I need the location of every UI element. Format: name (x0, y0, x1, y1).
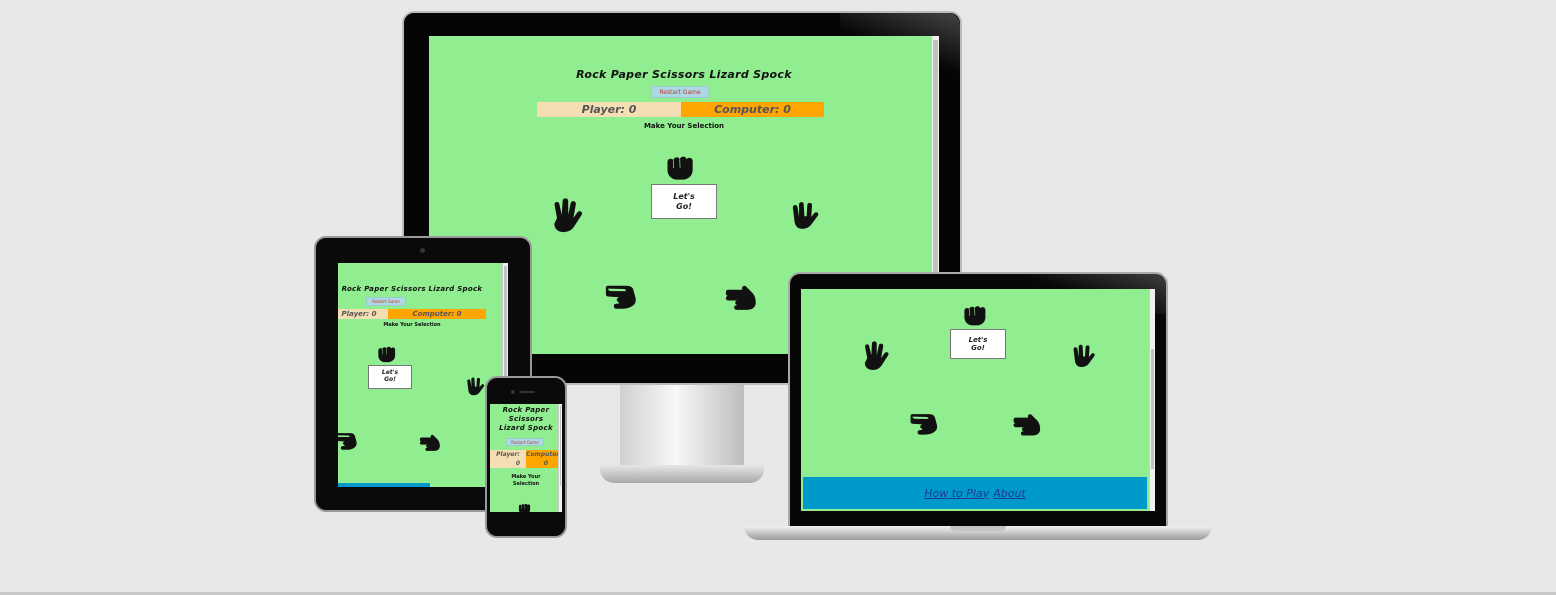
paper-icon[interactable] (545, 198, 585, 238)
rock-icon[interactable] (373, 341, 399, 365)
computer-score: Computer: 0 (388, 309, 486, 319)
page-title: Rock Paper Scissors Lizard Spock (499, 406, 553, 432)
lizard-icon[interactable] (599, 280, 643, 316)
lets-go-button[interactable]: Let's Go! (368, 365, 412, 389)
player-score: Player: 0 (537, 102, 681, 117)
tablet-screen: Rock Paper Scissors Lizard Spock Restart… (338, 263, 508, 487)
spock-icon[interactable] (1067, 341, 1097, 375)
rock-icon[interactable] (515, 500, 533, 512)
lets-go-button[interactable]: Let's Go! (950, 329, 1006, 359)
laptop-screen: Let's Go! How to Play About (801, 289, 1155, 511)
how-to-play-link[interactable]: How to Play (924, 487, 989, 500)
computer-value: 0 (543, 460, 548, 467)
computer-label: Computer: (526, 451, 562, 458)
scrollbar[interactable] (558, 404, 562, 512)
phone-screen: Rock Paper Scissors Lizard Spock Restart… (490, 404, 562, 512)
player-label: Player: (496, 451, 520, 458)
computer-score: Computer: 0 (681, 102, 824, 117)
rock-icon[interactable] (957, 299, 991, 329)
lets-go-button[interactable]: Let's Go! (651, 184, 717, 219)
scissors-icon[interactable] (416, 431, 444, 455)
restart-button[interactable]: Restart Game (506, 438, 544, 446)
scrollbar[interactable] (1149, 289, 1155, 511)
laptop-base (744, 526, 1212, 540)
monitor-base (600, 465, 764, 483)
player-value: 0 (515, 460, 520, 467)
selection-prompt: Make Your Selection (511, 474, 541, 487)
lizard-icon[interactable] (338, 429, 362, 455)
selection-prompt: Make Your Selection (643, 122, 725, 130)
restart-button[interactable]: Restart Game (651, 86, 709, 98)
player-score: Player: 0 (490, 450, 526, 468)
restart-button[interactable]: Restart Game (366, 297, 406, 306)
player-score: Player: 0 (338, 309, 388, 319)
page-title: Rock Paper Scissors Lizard Spock (576, 68, 792, 81)
rock-icon[interactable] (659, 148, 699, 184)
page-title: Rock Paper Scissors Lizard Spock (341, 285, 483, 293)
spock-icon[interactable] (462, 375, 486, 401)
scissors-icon[interactable] (719, 280, 763, 316)
lizard-icon[interactable] (905, 409, 943, 441)
computer-score: Computer: 0 (526, 450, 562, 468)
about-link[interactable]: About (993, 487, 1026, 500)
scissors-icon[interactable] (1009, 409, 1045, 441)
paper-icon[interactable] (857, 341, 891, 375)
selection-prompt: Make Your Selection (383, 322, 441, 328)
spock-icon[interactable] (785, 198, 821, 238)
footer-nav: How to Play About (803, 477, 1147, 509)
monitor-stand (620, 385, 744, 473)
